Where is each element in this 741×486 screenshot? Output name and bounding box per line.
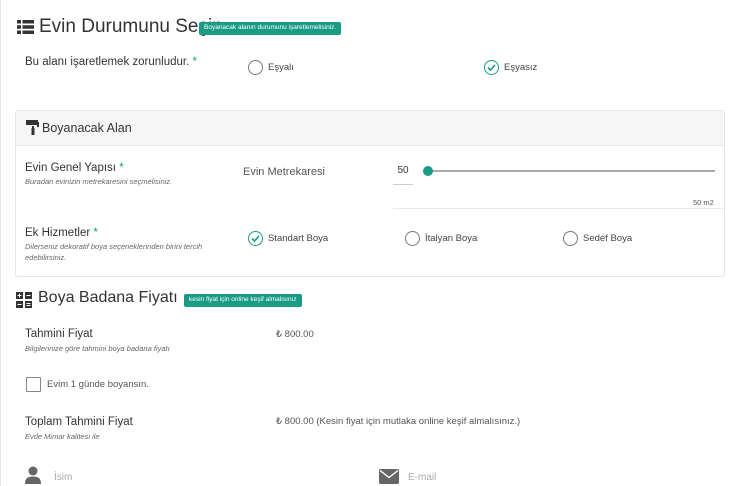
- option-esyasiz[interactable]: Eşyasız: [484, 60, 537, 75]
- slider-underline: [393, 208, 723, 209]
- area-slider[interactable]: [423, 165, 715, 177]
- radio-italyan-boya[interactable]: [405, 231, 420, 246]
- one-day-checkbox[interactable]: [26, 377, 41, 392]
- list-icon: [17, 20, 34, 34]
- total-help: Evde Mimar kalitesi ile: [25, 432, 100, 441]
- radio-esyasiz[interactable]: [484, 60, 499, 75]
- paint-roller-icon: [26, 120, 39, 135]
- house-state-question: Bu alanı işaretlemek zorunludur. *: [25, 56, 197, 68]
- option-esyali-label: Eşyalı: [268, 62, 294, 73]
- option-italyan-boya-label: İtalyan Boya: [425, 233, 478, 244]
- one-day-label: Evim 1 günde boyansın.: [47, 379, 149, 390]
- calculator-icon: [16, 292, 32, 308]
- house-state-badge: Boyanacak alanın durumunu işaretlemelisi…: [199, 22, 342, 35]
- paint-area-title: Boyanacak Alan: [42, 121, 132, 135]
- extra-label: Ek Hizmetler *: [25, 227, 98, 239]
- slider-unit-label: 50 m2: [693, 198, 714, 207]
- radio-esyali[interactable]: [248, 60, 263, 75]
- name-input[interactable]: İsim: [54, 472, 334, 483]
- structure-label-text: Evin Genel Yapısı: [25, 162, 116, 174]
- email-input[interactable]: E-mail: [408, 472, 708, 483]
- option-standart-boya[interactable]: Standart Boya: [248, 231, 328, 246]
- one-day-option[interactable]: Evim 1 günde boyansın.: [26, 377, 149, 392]
- option-sedef-boya[interactable]: Sedef Boya: [563, 231, 632, 246]
- required-mark: *: [93, 227, 98, 239]
- required-mark: *: [119, 162, 124, 174]
- total-label: Toplam Tahmini Fiyat: [25, 416, 133, 428]
- house-state-question-text: Bu alanı işaretlemek zorunludur.: [25, 56, 190, 68]
- estimated-label: Tahmini Fiyat: [25, 328, 93, 340]
- slider-track: [423, 170, 715, 172]
- option-italyan-boya[interactable]: İtalyan Boya: [405, 231, 477, 246]
- area-label: Evin Metrekaresi: [243, 166, 325, 178]
- slider-handle[interactable]: [423, 166, 433, 176]
- extra-label-text: Ek Hizmetler: [25, 227, 91, 239]
- estimated-value: ₺ 800.00: [276, 329, 314, 340]
- check-icon: [251, 235, 260, 242]
- required-mark: *: [192, 56, 197, 68]
- structure-label: Evin Genel Yapısı *: [25, 162, 124, 174]
- check-icon: [487, 64, 496, 71]
- price-badge: kesin fiyat için online keşif almalısını…: [184, 294, 302, 307]
- page: Evin Durumunu Seçin Boyanacak alanın dur…: [0, 0, 741, 486]
- area-value-input[interactable]: 50: [393, 161, 413, 185]
- user-icon: [25, 466, 41, 484]
- area-value: 50: [397, 165, 409, 176]
- extra-help: Dilerseniz dekoratif boya seçeneklerinde…: [25, 242, 203, 262]
- option-esyasiz-label: Eşyasız: [504, 62, 538, 73]
- option-sedef-boya-label: Sedef Boya: [583, 233, 633, 244]
- total-value: ₺ 800.00 (Kesin fiyat için mutlaka onlin…: [276, 416, 521, 427]
- option-esyali[interactable]: Eşyalı: [248, 60, 294, 75]
- envelope-icon: [379, 469, 399, 484]
- radio-standart-boya[interactable]: [248, 231, 263, 246]
- price-title: Boya Badana Fiyatı: [38, 289, 178, 306]
- radio-sedef-boya[interactable]: [563, 231, 578, 246]
- structure-help: Buradan evinizin metrekaresini seçmelisi…: [25, 177, 173, 186]
- option-standart-boya-label: Standart Boya: [268, 233, 329, 244]
- house-state-title: Evin Durumunu Seçin: [39, 16, 223, 37]
- estimated-help: Bilgilerinize göre tahmini boya badana f…: [25, 344, 170, 353]
